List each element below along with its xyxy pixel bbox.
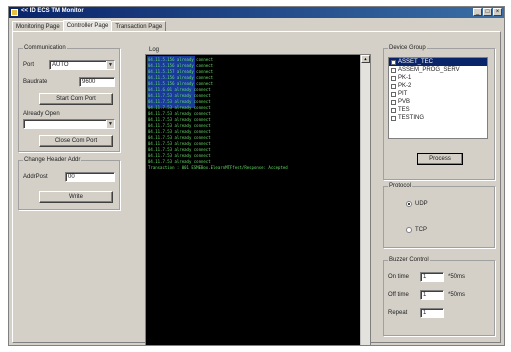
radio-tcp[interactable]: TCP bbox=[406, 227, 427, 233]
app-icon bbox=[11, 9, 18, 16]
tab-monitoring-page[interactable]: Monitoring Page bbox=[12, 21, 64, 31]
off-time-field[interactable]: 1 bbox=[420, 290, 444, 300]
log-line: Transaction : 001 ESMEBox.ElearnMTFfest/… bbox=[148, 165, 288, 170]
log-label: Log bbox=[149, 47, 160, 53]
radio-udp-indicator[interactable] bbox=[406, 201, 412, 207]
radio-udp[interactable]: UDP bbox=[406, 201, 428, 207]
device-list-item-label: ASSET_TEC bbox=[398, 59, 434, 65]
repeat-label: Repeat bbox=[388, 310, 408, 316]
checkbox[interactable] bbox=[391, 91, 396, 97]
on-time-label: On time bbox=[388, 274, 410, 280]
checkbox[interactable] bbox=[391, 59, 396, 65]
chevron-down-icon[interactable]: ▼ bbox=[106, 61, 114, 69]
device-list-item[interactable]: PVB bbox=[389, 98, 487, 106]
device-list-item[interactable]: ASSEM_PROG_SERV bbox=[389, 66, 487, 74]
device-list-item[interactable]: PK-1 bbox=[389, 74, 487, 82]
app-window: << ID ECS TM Monitor _ □ × Monitoring Pa… bbox=[8, 6, 505, 346]
communication-group: Communication Port AUTO ▼ Baudrate 9600 … bbox=[18, 45, 120, 152]
protocol-group-label: Protocol bbox=[388, 183, 413, 190]
device-list-item[interactable]: PIT bbox=[389, 90, 487, 98]
checkbox[interactable] bbox=[391, 115, 396, 121]
log-console[interactable]: 04.11.5.156 already connect 04.11.5.156 a… bbox=[145, 54, 371, 345]
change-header-group: Change Header Addr AddrPost 00 Write bbox=[18, 157, 120, 210]
port-label: Port bbox=[23, 62, 35, 68]
protocol-group: Protocol UDP TCP bbox=[383, 183, 495, 248]
radio-tcp-label: TCP bbox=[415, 227, 427, 233]
process-button[interactable]: Process bbox=[417, 153, 463, 165]
radio-udp-label: UDP bbox=[415, 201, 428, 207]
checkbox[interactable] bbox=[391, 83, 396, 89]
write-button[interactable]: Write bbox=[39, 191, 113, 203]
off-time-label: Off time bbox=[388, 292, 409, 298]
device-list-item[interactable]: ASSET_TEC bbox=[389, 58, 487, 66]
communication-group-label: Communication bbox=[23, 45, 67, 52]
radio-tcp-indicator[interactable] bbox=[406, 227, 412, 233]
baudrate-label: Baudrate bbox=[23, 79, 48, 85]
tab-controller-page[interactable]: Controller Page bbox=[62, 20, 113, 31]
addr-post-field[interactable]: 00 bbox=[65, 172, 115, 182]
close-com-port-button[interactable]: Close Com Port bbox=[39, 135, 113, 147]
device-list-item-label: TES bbox=[398, 107, 410, 113]
device-list-item[interactable]: TESTING bbox=[389, 114, 487, 122]
close-button[interactable]: × bbox=[493, 8, 502, 16]
addr-post-label: AddrPost bbox=[23, 174, 48, 180]
port-value: AUTO bbox=[52, 62, 69, 68]
device-list-item-label: PK-2 bbox=[398, 83, 412, 89]
repeat-field[interactable]: 1 bbox=[420, 308, 444, 318]
device-list-item[interactable]: TES bbox=[389, 106, 487, 114]
log-scrollbar[interactable]: ▲ ▼ bbox=[360, 55, 370, 345]
device-list-item-label: PVB bbox=[398, 99, 411, 105]
buzzer-control-group: Buzzer Control On time 1 *50ms Off time … bbox=[383, 257, 495, 336]
title-bar[interactable]: << ID ECS TM Monitor _ □ × bbox=[9, 7, 504, 18]
checkbox[interactable] bbox=[391, 75, 396, 81]
device-group-list[interactable]: ASSET_TEC ASSEM_PROG_SERV PK-1 PK-2 PIT PVB TE… bbox=[388, 57, 488, 139]
port-select[interactable]: AUTO ▼ bbox=[49, 60, 115, 70]
checkbox[interactable] bbox=[391, 99, 396, 105]
controller-page-panel: Communication Port AUTO ▼ Baudrate 9600 … bbox=[12, 31, 501, 345]
device-list-item-label: TESTING bbox=[398, 115, 425, 121]
on-time-unit: *50ms bbox=[448, 274, 466, 280]
checkbox[interactable] bbox=[391, 67, 396, 73]
buzzer-control-label: Buzzer Control bbox=[388, 257, 430, 264]
log-lines: 04.11.5.156 already connect 04.11.5.156 a… bbox=[146, 57, 360, 171]
start-com-port-button[interactable]: Start Com Port bbox=[39, 93, 113, 105]
baudrate-field[interactable]: 9600 bbox=[79, 77, 115, 87]
chevron-down-icon[interactable]: ▼ bbox=[106, 120, 114, 128]
device-list-item-label: PK-1 bbox=[398, 75, 412, 81]
device-list-item-label: ASSEM_PROG_SERV bbox=[398, 67, 460, 73]
maximize-button[interactable]: □ bbox=[483, 8, 492, 16]
already-open-label: Already Open bbox=[23, 111, 60, 117]
off-time-unit: *50ms bbox=[448, 292, 466, 298]
change-header-group-label: Change Header Addr bbox=[23, 157, 82, 164]
tab-transaction-page[interactable]: Transaction Page bbox=[111, 21, 167, 31]
open-setting-select[interactable]: ▼ bbox=[23, 119, 115, 129]
device-list-item[interactable]: PK-2 bbox=[389, 82, 487, 90]
checkbox[interactable] bbox=[391, 107, 396, 113]
minimize-button[interactable]: _ bbox=[473, 8, 482, 16]
window-title: << ID ECS TM Monitor bbox=[21, 8, 84, 14]
scroll-up-icon[interactable]: ▲ bbox=[361, 55, 370, 63]
device-list-item-label: PIT bbox=[398, 91, 408, 97]
device-group-label: Device Group bbox=[388, 45, 427, 52]
on-time-field[interactable]: 1 bbox=[420, 272, 444, 282]
tab-strip: Monitoring Page Controller Page Transact… bbox=[12, 20, 167, 31]
